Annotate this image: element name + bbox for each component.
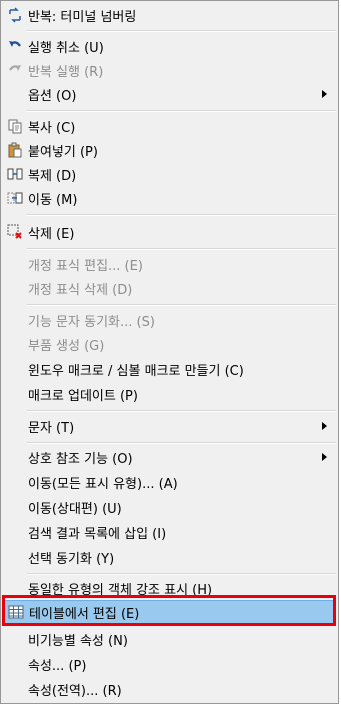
menu-item-label: 개정 표식 삭제 (D)	[28, 282, 133, 298]
menu-item-undo[interactable]: 실행 취소 (U)	[2, 34, 337, 58]
menu-item-label: 이동(모든 표시 유형)... (A)	[28, 476, 178, 492]
menu-separator	[27, 304, 336, 306]
menu-item-edit-in-table[interactable]: 테이블에서 편집 (E)	[4, 600, 335, 624]
table-icon	[8, 604, 24, 620]
menu-item-label: 테이블에서 편집 (E)	[29, 606, 140, 622]
menu-item-move[interactable]: 이동 (M)	[2, 186, 337, 210]
submenu-arrow-icon	[322, 90, 327, 98]
menu-item-label: 복사 (C)	[28, 120, 76, 136]
menu-item-label: 선택 동기화 (Y)	[28, 551, 115, 567]
menu-item-label: 옵션 (O)	[28, 88, 77, 104]
menu-item-sync-selection[interactable]: 선택 동기화 (Y)	[2, 545, 337, 569]
menu-item-label: 비기능별 속성 (N)	[28, 633, 128, 649]
repeat-icon	[7, 7, 23, 23]
menu-item-nonfunctional-properties[interactable]: 비기능별 속성 (N)	[2, 627, 337, 651]
menu-item-label: 문자 (T)	[28, 420, 75, 436]
menu-item-redo[interactable]: 반복 실행 (R)	[2, 58, 337, 82]
menu-item-delete-revision[interactable]: 개정 표식 삭제 (D)	[2, 276, 337, 300]
menu-item-label: 상호 참조 기능 (O)	[28, 451, 133, 467]
menu-item-label: 반복: 터미널 넘버링	[28, 9, 137, 25]
menu-item-label: 속성... (P)	[28, 658, 87, 674]
menu-item-label: 실행 취소 (U)	[28, 40, 104, 56]
menu-item-label: 속성(전역)... (R)	[28, 683, 122, 699]
menu-item-update-macro[interactable]: 매크로 업데이트 (P)	[2, 382, 337, 406]
copy-icon	[7, 118, 23, 134]
menu-item-label: 붙여넣기 (P)	[28, 144, 98, 160]
menu-item-options[interactable]: 옵션 (O)	[2, 82, 337, 106]
undo-icon	[7, 38, 23, 54]
menu-item-label: 기능 문자 동기화... (S)	[28, 314, 155, 330]
menu-item-label: 삭제 (E)	[28, 226, 75, 242]
menu-item-label: 이동(상대편) (U)	[28, 501, 122, 517]
menu-item-insert-search-results[interactable]: 검색 결과 목록에 삽입 (I)	[2, 520, 337, 544]
move-icon	[7, 190, 23, 206]
menu-item-repeat[interactable]: 반복: 터미널 넘버링	[2, 3, 337, 27]
menu-item-label: 동일한 유형의 객체 강조 표시 (H)	[28, 582, 213, 598]
menu-item-delete[interactable]: 삭제 (E)	[2, 220, 337, 244]
menu-item-label: 윈도우 매크로 / 심볼 매크로 만들기 (C)	[28, 363, 244, 379]
menu-item-goto-all-types[interactable]: 이동(모든 표시 유형)... (A)	[2, 470, 337, 494]
menu-item-label: 개정 표식 편집... (E)	[28, 258, 143, 274]
menu-item-sync-function-text[interactable]: 기능 문자 동기화... (S)	[2, 308, 337, 332]
menu-item-duplicate[interactable]: 복제 (D)	[2, 162, 337, 186]
submenu-arrow-icon	[322, 422, 327, 430]
menu-item-goto-counterpart[interactable]: 이동(상대편) (U)	[2, 495, 337, 519]
paste-icon	[7, 142, 23, 158]
menu-item-text[interactable]: 문자 (T)	[2, 414, 337, 438]
menu-separator	[27, 248, 336, 250]
delete-icon	[7, 224, 23, 240]
menu-separator	[27, 30, 336, 32]
menu-item-edit-revision[interactable]: 개정 표식 편집... (E)	[2, 252, 337, 276]
menu-item-label: 검색 결과 목록에 삽입 (I)	[28, 526, 167, 542]
menu-item-label: 이동 (M)	[28, 192, 78, 208]
menu-separator	[27, 110, 336, 112]
redo-icon	[7, 62, 23, 78]
menu-item-properties-global[interactable]: 속성(전역)... (R)	[2, 677, 337, 701]
menu-item-create-macro[interactable]: 윈도우 매크로 / 심볼 매크로 만들기 (C)	[2, 357, 337, 381]
menu-item-create-part[interactable]: 부품 생성 (G)	[2, 332, 337, 356]
menu-separator	[27, 442, 336, 444]
menu-item-label: 반복 실행 (R)	[28, 64, 104, 80]
submenu-arrow-icon	[322, 453, 327, 461]
context-menu: 반복: 터미널 넘버링 실행 취소 (U) 반복 실행 (R) 옵션 (O) 복…	[0, 0, 339, 704]
menu-item-highlight-same-type[interactable]: 동일한 유형의 객체 강조 표시 (H)	[2, 576, 337, 600]
menu-item-properties[interactable]: 속성... (P)	[2, 652, 337, 676]
menu-item-label: 복제 (D)	[28, 168, 77, 184]
menu-item-paste[interactable]: 붙여넣기 (P)	[2, 138, 337, 162]
menu-separator	[27, 214, 336, 216]
menu-separator	[27, 410, 336, 412]
menu-separator	[27, 573, 336, 575]
menu-item-cross-reference[interactable]: 상호 참조 기능 (O)	[2, 445, 337, 469]
menu-item-label: 매크로 업데이트 (P)	[28, 388, 138, 404]
duplicate-icon	[7, 166, 23, 182]
menu-item-label: 부품 생성 (G)	[28, 338, 105, 354]
menu-item-copy[interactable]: 복사 (C)	[2, 114, 337, 138]
